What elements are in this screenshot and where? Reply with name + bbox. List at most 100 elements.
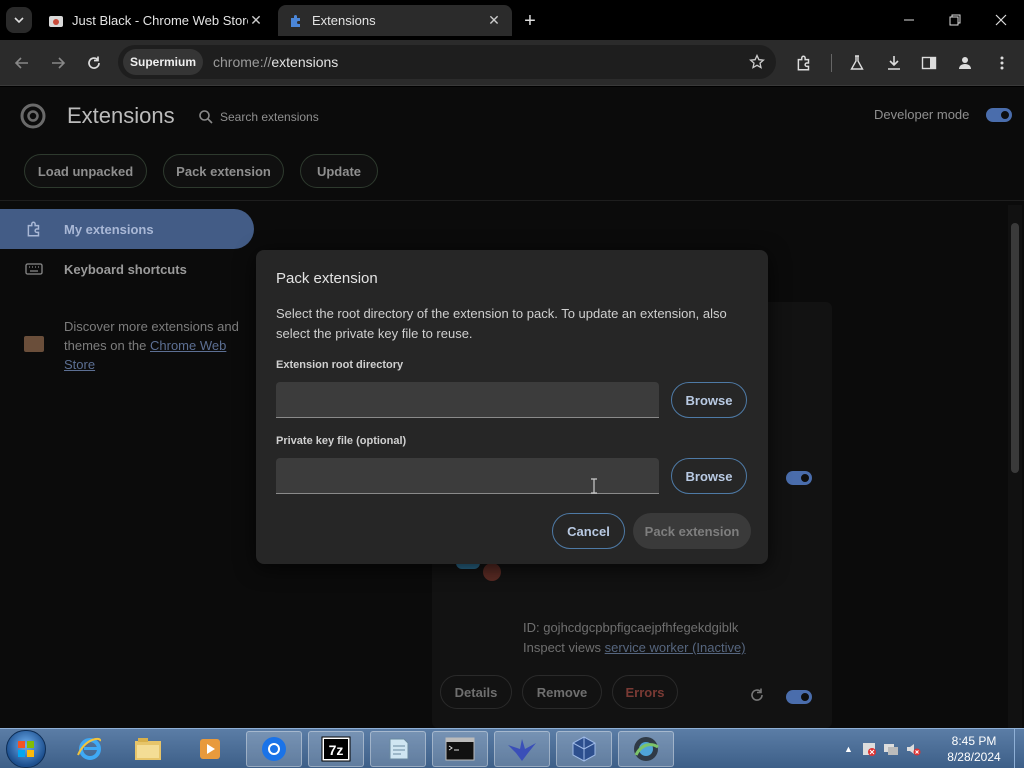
browse-key-button[interactable]: Browse [671,458,747,494]
web-store-icon [24,336,44,352]
restore-icon [949,14,961,26]
action-center-warning-icon[interactable] [861,741,877,757]
show-hidden-icons-icon[interactable]: ▲ [844,744,853,754]
reload-extension-icon[interactable] [749,687,765,708]
cancel-button[interactable]: Cancel [552,513,625,549]
developer-mode-label: Developer mode [874,107,970,122]
extensions-menu-button[interactable] [790,49,818,77]
profile-icon [959,57,971,69]
chevron-down-icon [14,17,24,24]
browser-name-chip[interactable]: Supermium [123,49,204,75]
close-icon[interactable]: ✕ [486,12,502,29]
page-scrollbar[interactable] [1008,205,1022,728]
dialog-description: Select the root directory of the extensi… [276,306,727,341]
tab-title: Extensions [312,13,376,28]
taskbar-clock[interactable]: 8:45 PM 8/28/2024 [934,733,1014,765]
private-key-label: Private key file (optional) [276,435,407,447]
arrow-left-icon [14,57,28,69]
private-key-input[interactable] [276,458,659,494]
header-divider [0,200,1024,201]
address-bar[interactable]: Supermium chrome://extensions [118,45,776,79]
side-panel-icon [921,56,937,70]
tab-search-button[interactable] [6,7,32,33]
windows-logo-icon [18,741,34,757]
browse-root-button[interactable]: Browse [671,382,747,418]
menu-button[interactable] [988,49,1016,77]
system-tray: ▲ [844,729,921,768]
taskbar-bird-app[interactable] [494,731,550,767]
puzzle-piece-icon [797,55,810,71]
scrollbar-thumb[interactable] [1011,223,1019,473]
pack-extension-dialog: Pack extension Select the root directory… [256,250,768,564]
labs-button[interactable] [843,49,871,77]
root-directory-input[interactable] [276,382,659,418]
taskbar-explorer[interactable] [120,731,176,767]
restore-button[interactable] [932,0,978,40]
text-cursor-icon [591,478,597,494]
search-placeholder: Search extensions [220,110,319,124]
side-panel-button[interactable] [915,49,943,77]
sidebar-item-label: Keyboard shortcuts [64,261,187,277]
new-tab-button[interactable]: + [518,9,542,33]
notepad-icon [389,738,409,760]
taskbar-chrome[interactable] [246,731,302,767]
remove-button[interactable]: Remove [522,675,602,709]
taskbar-command-prompt[interactable] [432,731,488,767]
tab-extensions[interactable]: Extensions ✕ [278,5,512,36]
close-icon[interactable]: ✕ [248,12,264,29]
pack-extension-submit-button[interactable]: Pack extension [633,513,751,549]
bookmark-star-icon[interactable] [742,47,772,77]
search-field[interactable]: Search extensions [198,106,319,128]
puzzle-piece-icon [24,219,44,239]
reload-icon [88,56,100,69]
sidebar-item-keyboard-shortcuts[interactable]: Keyboard shortcuts [0,249,254,289]
taskbar-7zip[interactable]: 7z [308,731,364,767]
extension-toggle-2[interactable] [786,690,812,704]
virtualbox-icon [572,736,596,762]
taskbar-internet-explorer[interactable] [62,731,118,767]
browser-toolbar: Supermium chrome://extensions [0,40,1024,86]
pack-extension-button[interactable]: Pack extension [163,154,284,188]
toolbar-divider [831,54,832,72]
sidebar-item-my-extensions[interactable]: My extensions [0,209,254,249]
taskbar-virtualbox[interactable] [556,731,612,767]
load-unpacked-button[interactable]: Load unpacked [24,154,147,188]
taskbar-media-player[interactable] [182,731,238,767]
close-window-button[interactable] [978,0,1024,40]
update-button[interactable]: Update [300,154,378,188]
search-icon [199,110,213,124]
chrome-logo-icon [20,103,46,129]
start-button[interactable] [6,730,46,768]
url-text[interactable]: chrome://extensions [213,54,742,70]
errors-button[interactable]: Errors [612,675,678,709]
forward-button[interactable] [44,49,72,77]
keyboard-icon [24,259,44,279]
inspect-views: Inspect views service worker (Inactive) [523,640,746,655]
clock-date: 8/28/2024 [947,750,1001,764]
details-button[interactable]: Details [440,675,512,709]
tab-web-store[interactable]: Just Black - Chrome Web Store ✕ [38,5,274,36]
close-icon [995,14,1007,26]
show-desktop-button[interactable] [1014,729,1024,768]
profile-button[interactable] [951,49,979,77]
plus-icon: + [524,9,536,32]
service-worker-link[interactable]: service worker (Inactive) [605,640,746,655]
tab-title: Just Black - Chrome Web Store [72,13,248,28]
puzzle-piece-icon [288,13,304,29]
downloads-button[interactable] [880,49,908,77]
developer-mode-toggle[interactable] [986,108,1012,122]
network-icon[interactable] [883,741,899,757]
browser-globe-icon [634,737,659,761]
bird-icon [508,739,536,761]
browser-icon [262,737,286,761]
minimize-button[interactable] [886,0,932,40]
extension-toggle[interactable] [786,471,812,485]
dialog-title: Pack extension [276,270,378,287]
back-button[interactable] [8,49,36,77]
taskbar-supermium[interactable] [618,731,674,767]
arrow-right-icon [52,57,66,69]
volume-muted-icon[interactable] [905,741,921,757]
reload-button[interactable] [80,49,108,77]
taskbar-notepad[interactable] [370,731,426,767]
clock-time: 8:45 PM [951,734,997,748]
